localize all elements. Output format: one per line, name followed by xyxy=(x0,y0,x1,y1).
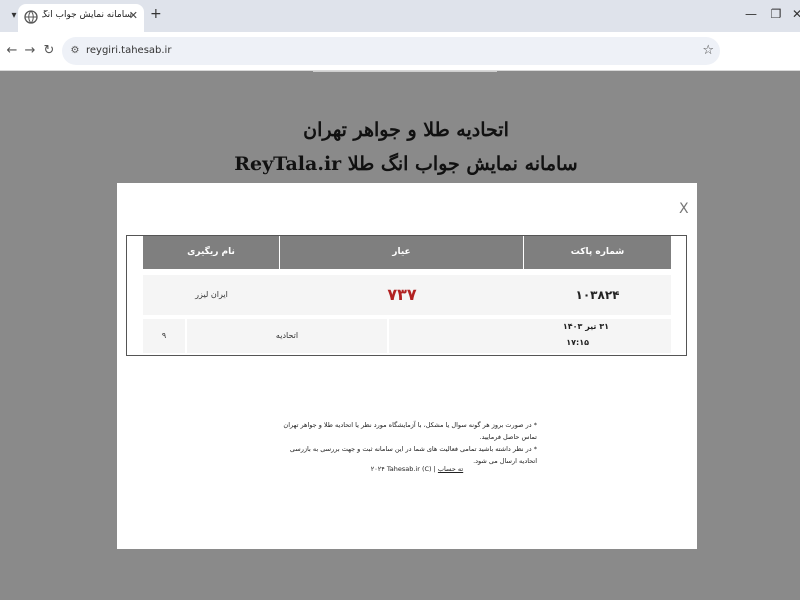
result-table: نام ریگیری عیار شماره پاکت ایران لیزر ۷۳… xyxy=(126,235,687,356)
browser-tab[interactable]: سامانه نمایش جواب انگ طلا ✕ xyxy=(18,4,144,32)
note-line: * در نظر داشته باشید تمامی فعالیت های شم… xyxy=(289,445,537,465)
credit-line: ته حساب | (C) ۲۰۲۴ Tahesab.ir xyxy=(337,465,497,473)
close-window-icon[interactable]: ✕ xyxy=(787,7,800,21)
globe-icon xyxy=(24,10,38,24)
result-modal: X نام ریگیری عیار شماره پاکت ایران لیزر … xyxy=(117,183,697,549)
tab-title: سامانه نمایش جواب انگ طلا xyxy=(42,10,132,20)
site-settings-icon[interactable]: ⚙ xyxy=(68,44,82,58)
url-text[interactable]: reygiri.tahesab.ir xyxy=(86,45,171,56)
credit-separator: | xyxy=(431,465,436,473)
bookmark-star-icon[interactable]: ☆ xyxy=(702,43,714,58)
copyright-text: (C) ۲۰۲۴ Tahesab.ir xyxy=(370,465,432,473)
purity-value: ۷۳۷ xyxy=(280,275,524,315)
browser-toolbar: ← → ↻ ⚙ reygiri.tahesab.ir ☆ xyxy=(0,32,800,71)
tab-close-icon[interactable]: ✕ xyxy=(129,9,138,22)
divider xyxy=(313,71,497,72)
restore-icon[interactable]: ❐ xyxy=(766,7,786,21)
forward-icon[interactable]: → xyxy=(22,43,38,58)
address-bar[interactable]: ⚙ reygiri.tahesab.ir ☆ xyxy=(62,37,720,65)
datetime-cell: ۳۱ تیر ۱۴۰۳ ۱۷:۱۵ xyxy=(389,319,671,353)
browser-tab-bar: ▾ سامانه نمایش جواب انگ طلا ✕ + — ❐ ✕ xyxy=(0,0,800,32)
minimize-icon[interactable]: — xyxy=(741,7,761,21)
tahesab-link[interactable]: ته حساب xyxy=(438,465,463,473)
header-purity: عیار xyxy=(280,236,524,269)
back-icon[interactable]: ← xyxy=(4,43,20,58)
reload-icon[interactable]: ↻ xyxy=(41,43,57,58)
lab-name-cell: ایران لیزر xyxy=(143,275,280,315)
org-cell: اتحادیه xyxy=(187,319,387,353)
date-value: ۳۱ تیر ۱۴۰۳ xyxy=(562,322,609,331)
header-lab-name: نام ریگیری xyxy=(143,236,280,269)
page-title: اتحادیه طلا و جواهر تهران xyxy=(303,119,509,141)
packet-number-value: ۱۰۳۸۲۴ xyxy=(524,275,671,315)
header-packet-number: شماره پاکت xyxy=(524,236,671,269)
time-value: ۱۷:۱۵ xyxy=(566,338,589,347)
notes: * در صورت بروز هر گونه سوال یا مشکل، با … xyxy=(277,419,537,467)
close-icon[interactable]: X xyxy=(679,201,689,217)
page-content: اتحادیه طلا و جواهر تهران سامانه نمایش ج… xyxy=(0,71,800,600)
new-tab-icon[interactable]: + xyxy=(150,6,162,22)
note-line: * در صورت بروز هر گونه سوال یا مشکل، با … xyxy=(283,421,537,441)
count-cell: ۹ xyxy=(143,319,185,353)
page-subtitle: سامانه نمایش جواب انگ طلا ReyTala.ir xyxy=(234,153,578,175)
